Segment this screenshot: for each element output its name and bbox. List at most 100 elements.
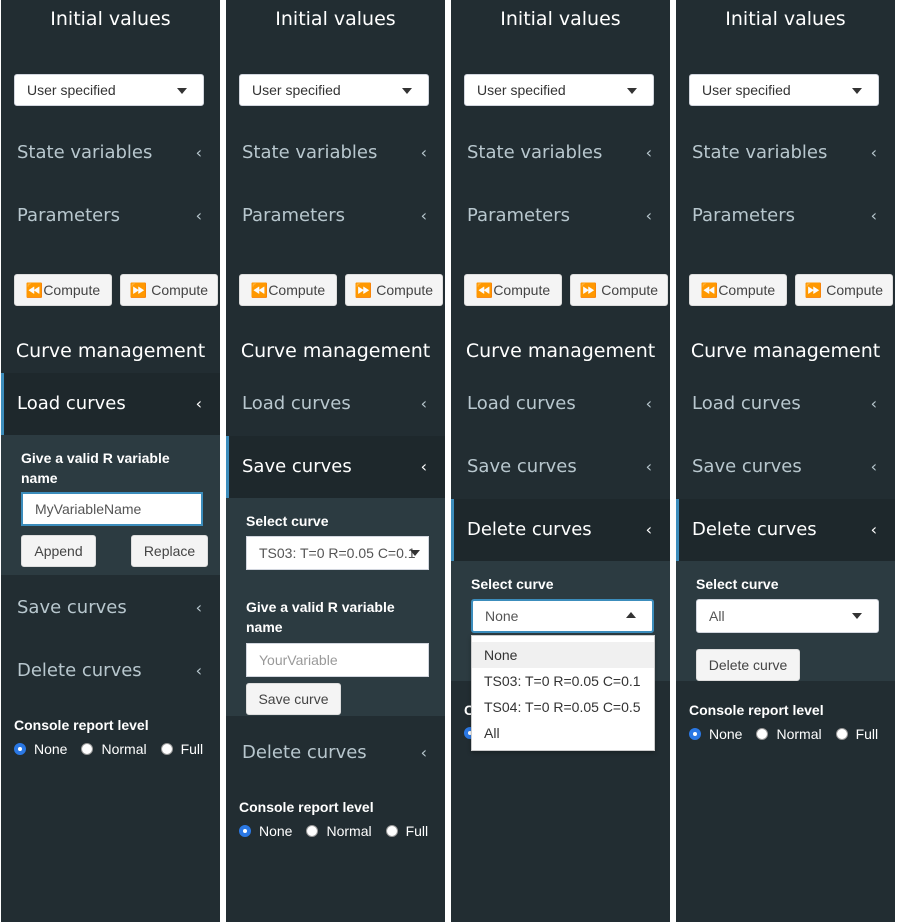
menu-save-curves[interactable]: Save curves ‹ — [226, 436, 445, 498]
menu-label: Load curves — [467, 393, 576, 414]
menu-save-curves[interactable]: Save curves ‹ — [451, 436, 670, 498]
select-curve-select[interactable]: All — [696, 599, 879, 633]
initial-values-select-value: User specified — [477, 82, 566, 98]
menu-save-curves[interactable]: Save curves ‹ — [676, 436, 895, 498]
menu-state-variables[interactable]: State variables ‹ — [226, 122, 445, 184]
button-label: Compute — [826, 282, 884, 298]
chevron-down-icon — [410, 550, 420, 556]
menu-label: Load curves — [17, 393, 126, 414]
radio-normal[interactable]: Normal — [306, 823, 372, 839]
radio-full[interactable]: Full — [385, 823, 428, 839]
console-report-label: Console report level — [239, 799, 374, 815]
select-curve-select[interactable]: TS03: T=0 R=0.05 C=0.1 — [246, 536, 429, 570]
fast-backward-icon: ⏪ — [700, 282, 719, 298]
chevron-left-icon: ‹ — [420, 394, 427, 413]
compute-forward-button[interactable]: ⏩ Compute — [795, 274, 893, 306]
dropdown-option[interactable]: None — [472, 642, 654, 668]
select-curve-select[interactable]: None — [471, 599, 654, 633]
dropdown-option[interactable]: TS04: T=0 R=0.05 C=0.5 — [472, 694, 654, 720]
chevron-left-icon: ‹ — [420, 743, 427, 762]
radio-none[interactable]: None — [14, 741, 67, 757]
menu-label: Save curves — [692, 456, 802, 477]
fast-backward-icon: ⏪ — [25, 282, 44, 298]
menu-load-curves[interactable]: Load curves ‹ — [676, 373, 895, 435]
compute-forward-button[interactable]: ⏩ Compute — [345, 274, 443, 306]
menu-state-variables[interactable]: State variables ‹ — [1, 122, 220, 184]
replace-button[interactable]: Replace — [131, 535, 208, 567]
initial-values-title: Initial values — [500, 8, 621, 30]
compute-backward-button[interactable]: ⏪Compute — [239, 274, 337, 306]
radio-normal[interactable]: Normal — [81, 741, 147, 757]
menu-label: Delete curves — [692, 519, 817, 540]
give-name-label: Give a valid R variable name — [246, 599, 395, 635]
menu-save-curves[interactable]: Save curves ‹ — [1, 577, 220, 639]
radio-unchecked-icon — [160, 743, 173, 755]
menu-load-curves[interactable]: Load curves ‹ — [226, 373, 445, 435]
fast-forward-icon: ⏩ — [354, 282, 373, 298]
menu-delete-curves[interactable]: Delete curves ‹ — [451, 499, 670, 561]
initial-values-title: Initial values — [275, 8, 396, 30]
initial-values-select[interactable]: User specified — [14, 74, 204, 106]
select-curve-dropdown: None TS03: T=0 R=0.05 C=0.1 TS04: T=0 R=… — [471, 635, 655, 751]
menu-label: State variables — [692, 142, 828, 163]
select-curve-label: Select curve — [246, 513, 329, 529]
variable-name-value: MyVariableName — [35, 501, 142, 517]
select-curve-value: All — [709, 608, 725, 624]
compute-backward-button[interactable]: ⏪Compute — [689, 274, 787, 306]
menu-state-variables[interactable]: State variables ‹ — [676, 122, 895, 184]
radio-full[interactable]: Full — [160, 741, 203, 757]
menu-label: Parameters — [17, 205, 121, 226]
compute-backward-button[interactable]: ⏪Compute — [464, 274, 562, 306]
delete-curve-button[interactable]: Delete curve — [696, 649, 800, 681]
chevron-left-icon: ‹ — [195, 661, 202, 680]
chevron-left-icon: ‹ — [870, 457, 877, 476]
menu-label: Parameters — [467, 205, 571, 226]
delete-curves-submenu: Select curve All Delete curve — [676, 561, 895, 681]
variable-name-input[interactable]: MyVariableName — [21, 492, 203, 526]
radio-label: Normal — [776, 726, 822, 742]
menu-delete-curves[interactable]: Delete curves ‹ — [226, 722, 445, 784]
dropdown-option[interactable]: TS03: T=0 R=0.05 C=0.1 — [472, 668, 654, 694]
append-button[interactable]: Append — [21, 535, 96, 567]
menu-label: Save curves — [17, 597, 127, 618]
compute-forward-button[interactable]: ⏩ Compute — [120, 274, 218, 306]
console-report-label: Console report level — [14, 717, 149, 733]
curve-management-title: Curve management — [15, 340, 206, 362]
initial-values-select[interactable]: User specified — [239, 74, 429, 106]
menu-parameters[interactable]: Parameters ‹ — [1, 185, 220, 247]
chevron-down-icon: ‹ — [195, 394, 202, 413]
radio-full[interactable]: Full — [835, 726, 878, 742]
save-curve-button[interactable]: Save curve — [246, 683, 341, 715]
radio-label: None — [709, 726, 743, 742]
radio-label: Normal — [326, 823, 372, 839]
curve-management-title: Curve management — [465, 340, 656, 362]
initial-values-select[interactable]: User specified — [464, 74, 654, 106]
variable-name-input[interactable]: YourVariable — [246, 643, 429, 677]
curve-management-title: Curve management — [240, 340, 431, 362]
console-report-radios: None Normal Full — [689, 726, 892, 742]
menu-load-curves[interactable]: Load curves ‹ — [451, 373, 670, 435]
compute-forward-button[interactable]: ⏩ Compute — [570, 274, 668, 306]
menu-parameters[interactable]: Parameters ‹ — [226, 185, 445, 247]
menu-parameters[interactable]: Parameters ‹ — [676, 185, 895, 247]
menu-label: Delete curves — [467, 519, 592, 540]
chevron-left-icon: ‹ — [645, 143, 652, 162]
initial-values-select[interactable]: User specified — [689, 74, 879, 106]
dropdown-option[interactable]: All — [472, 720, 654, 746]
select-curve-value: None — [485, 608, 519, 624]
compute-backward-button[interactable]: ⏪Compute — [14, 274, 112, 306]
menu-delete-curves[interactable]: Delete curves ‹ — [1, 640, 220, 702]
fast-forward-icon: ⏩ — [804, 282, 823, 298]
menu-label: Delete curves — [17, 660, 142, 681]
menu-state-variables[interactable]: State variables ‹ — [451, 122, 670, 184]
give-name-label: Give a valid R variable name — [21, 450, 170, 486]
sidebar-panel-delete: Initial values User specified State vari… — [676, 0, 895, 922]
radio-none[interactable]: None — [689, 726, 742, 742]
menu-label: Load curves — [242, 393, 351, 414]
radio-none[interactable]: None — [239, 823, 292, 839]
menu-parameters[interactable]: Parameters ‹ — [451, 185, 670, 247]
menu-delete-curves[interactable]: Delete curves ‹ — [676, 499, 895, 561]
chevron-left-icon: ‹ — [645, 394, 652, 413]
radio-normal[interactable]: Normal — [756, 726, 822, 742]
menu-load-curves[interactable]: Load curves ‹ — [1, 373, 220, 435]
